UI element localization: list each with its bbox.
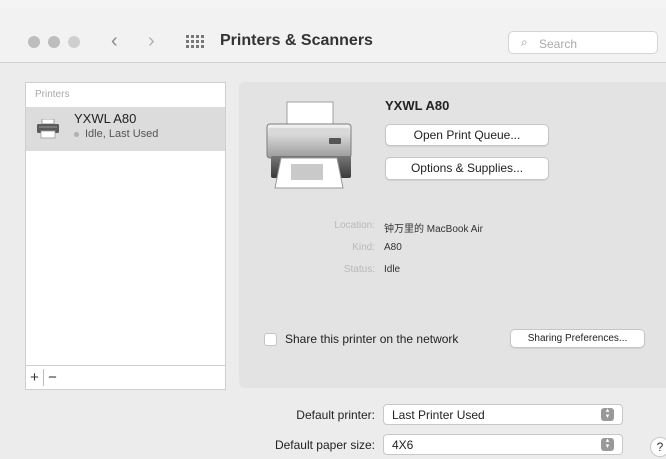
close-icon[interactable] [28,36,40,48]
options-supplies-button[interactable]: Options & Supplies... [385,157,549,180]
zoom-icon[interactable] [68,36,80,48]
status-value: Idle [384,264,401,275]
default-paper-label: Default paper size: [274,438,375,452]
window-titlebar: ‹ › Printers & Scanners ⌕ [0,8,666,63]
printer-list-item[interactable]: YXWL A80 Idle, Last Used [26,107,225,151]
search-icon: ⌕ [521,35,528,49]
location-value: 钟万里的 MacBook Air [384,224,483,235]
printer-list-item-status: Idle, Last Used [74,128,158,140]
location-label: Location: [334,220,375,231]
printer-list-header: Printers [35,89,70,100]
share-printer-label: Share this printer on the network [285,332,459,346]
printer-icon [266,101,352,189]
kind-label: Kind: [352,242,375,253]
printer-list: Printers YXWL A80 Idle, Last Used [25,82,226,365]
printer-list-toolbar: + − [25,365,226,390]
remove-printer-button[interactable]: − [45,369,60,386]
search-field[interactable]: ⌕ [508,31,658,54]
status-dot-icon [74,131,79,137]
window-title: Printers & Scanners [220,32,373,49]
add-printer-button[interactable]: + [27,369,42,386]
search-input[interactable] [537,34,651,53]
chevron-updown-icon: ▴ ▾ [601,437,614,451]
open-print-queue-button[interactable]: Open Print Queue... [385,124,549,146]
share-printer-checkbox[interactable] [264,333,277,346]
help-button[interactable]: ? [650,437,666,457]
printer-detail-panel: YXWL A80 Open Print Queue... Options & S… [239,82,666,388]
chevron-left-icon[interactable]: ‹ [111,30,118,52]
printer-name: YXWL A80 [385,98,450,113]
toolbar-divider [43,369,44,386]
default-paper-value: 4X6 [392,438,414,452]
status-label: Status: [343,264,375,275]
chevron-right-icon[interactable]: › [148,30,155,52]
printer-list-item-name: YXWL A80 [74,111,137,126]
default-printer-label: Default printer: [296,408,375,422]
default-paper-select[interactable]: 4X6 ▴ ▾ [383,434,623,455]
default-printer-select[interactable]: Last Printer Used ▴ ▾ [383,404,623,425]
default-printer-value: Last Printer Used [392,408,485,422]
minimize-icon[interactable] [48,36,60,48]
sharing-preferences-button[interactable]: Sharing Preferences... [510,329,645,348]
chevron-updown-icon: ▴ ▾ [601,407,614,421]
printer-icon [37,119,59,139]
kind-value: A80 [384,242,402,253]
grid-icon[interactable] [186,35,204,48]
